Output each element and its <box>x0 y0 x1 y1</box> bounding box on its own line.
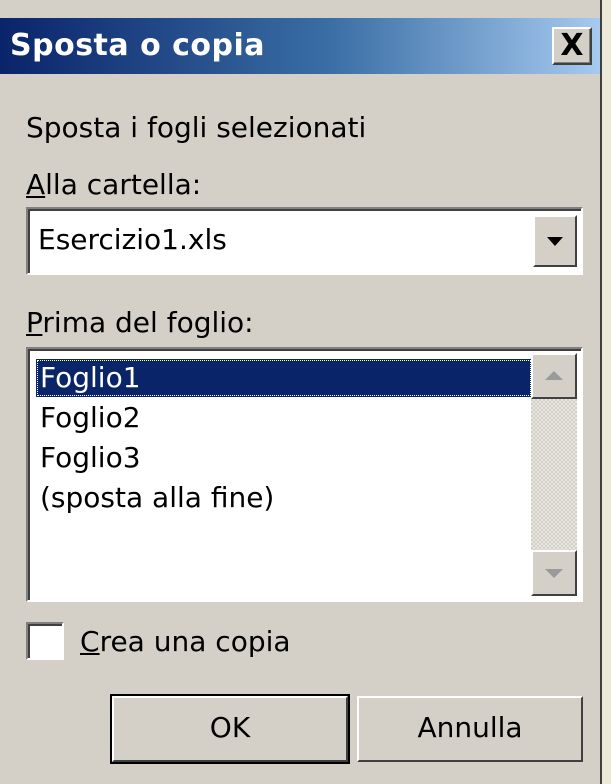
scroll-up-button[interactable] <box>531 353 577 399</box>
background-window-edge <box>600 0 611 784</box>
create-copy-text: rea una copia <box>99 625 291 658</box>
ok-button[interactable]: OK <box>110 694 350 764</box>
close-button[interactable]: X <box>552 27 592 65</box>
folder-dropdown-button[interactable] <box>533 215 577 267</box>
folder-label-accesskey: A <box>26 168 46 201</box>
sheet-list-item[interactable]: (sposta alla fine) <box>36 479 532 517</box>
sheet-list-item[interactable]: Foglio3 <box>36 439 532 477</box>
folder-combobox[interactable]: Esercizio1.xls <box>26 207 583 275</box>
sheet-list-item[interactable]: Foglio2 <box>36 399 532 437</box>
folder-label: Alla cartella: <box>26 167 201 203</box>
create-copy-label[interactable]: Crea una copia <box>80 624 291 660</box>
before-sheet-accesskey: P <box>26 306 43 339</box>
listbox-scrollbar[interactable] <box>531 353 577 596</box>
before-sheet-label: Prima del foglio: <box>26 305 254 341</box>
move-copy-dialog: Sposta o copia X Sposta i fogli selezion… <box>0 0 600 784</box>
folder-label-text: lla cartella: <box>45 168 202 201</box>
scroll-down-icon <box>545 569 563 578</box>
cancel-button[interactable]: Annulla <box>357 696 583 762</box>
title-bar: Sposta o copia X <box>0 18 600 74</box>
before-sheet-text: rima del foglio: <box>42 306 254 339</box>
sheet-listbox[interactable]: Foglio1 Foglio2 Foglio3 (sposta alla fin… <box>26 347 583 602</box>
create-copy-checkbox[interactable] <box>26 622 64 660</box>
chevron-down-icon <box>547 237 563 246</box>
dialog-title: Sposta o copia <box>10 28 266 63</box>
scroll-up-icon <box>545 371 563 380</box>
create-copy-accesskey: C <box>80 625 100 658</box>
move-heading: Sposta i fogli selezionati <box>26 111 367 144</box>
folder-combobox-value: Esercizio1.xls <box>38 223 227 256</box>
close-icon: X <box>560 28 584 63</box>
scroll-down-button[interactable] <box>531 550 577 596</box>
sheet-list-item-selected[interactable]: Foglio1 <box>36 359 532 397</box>
